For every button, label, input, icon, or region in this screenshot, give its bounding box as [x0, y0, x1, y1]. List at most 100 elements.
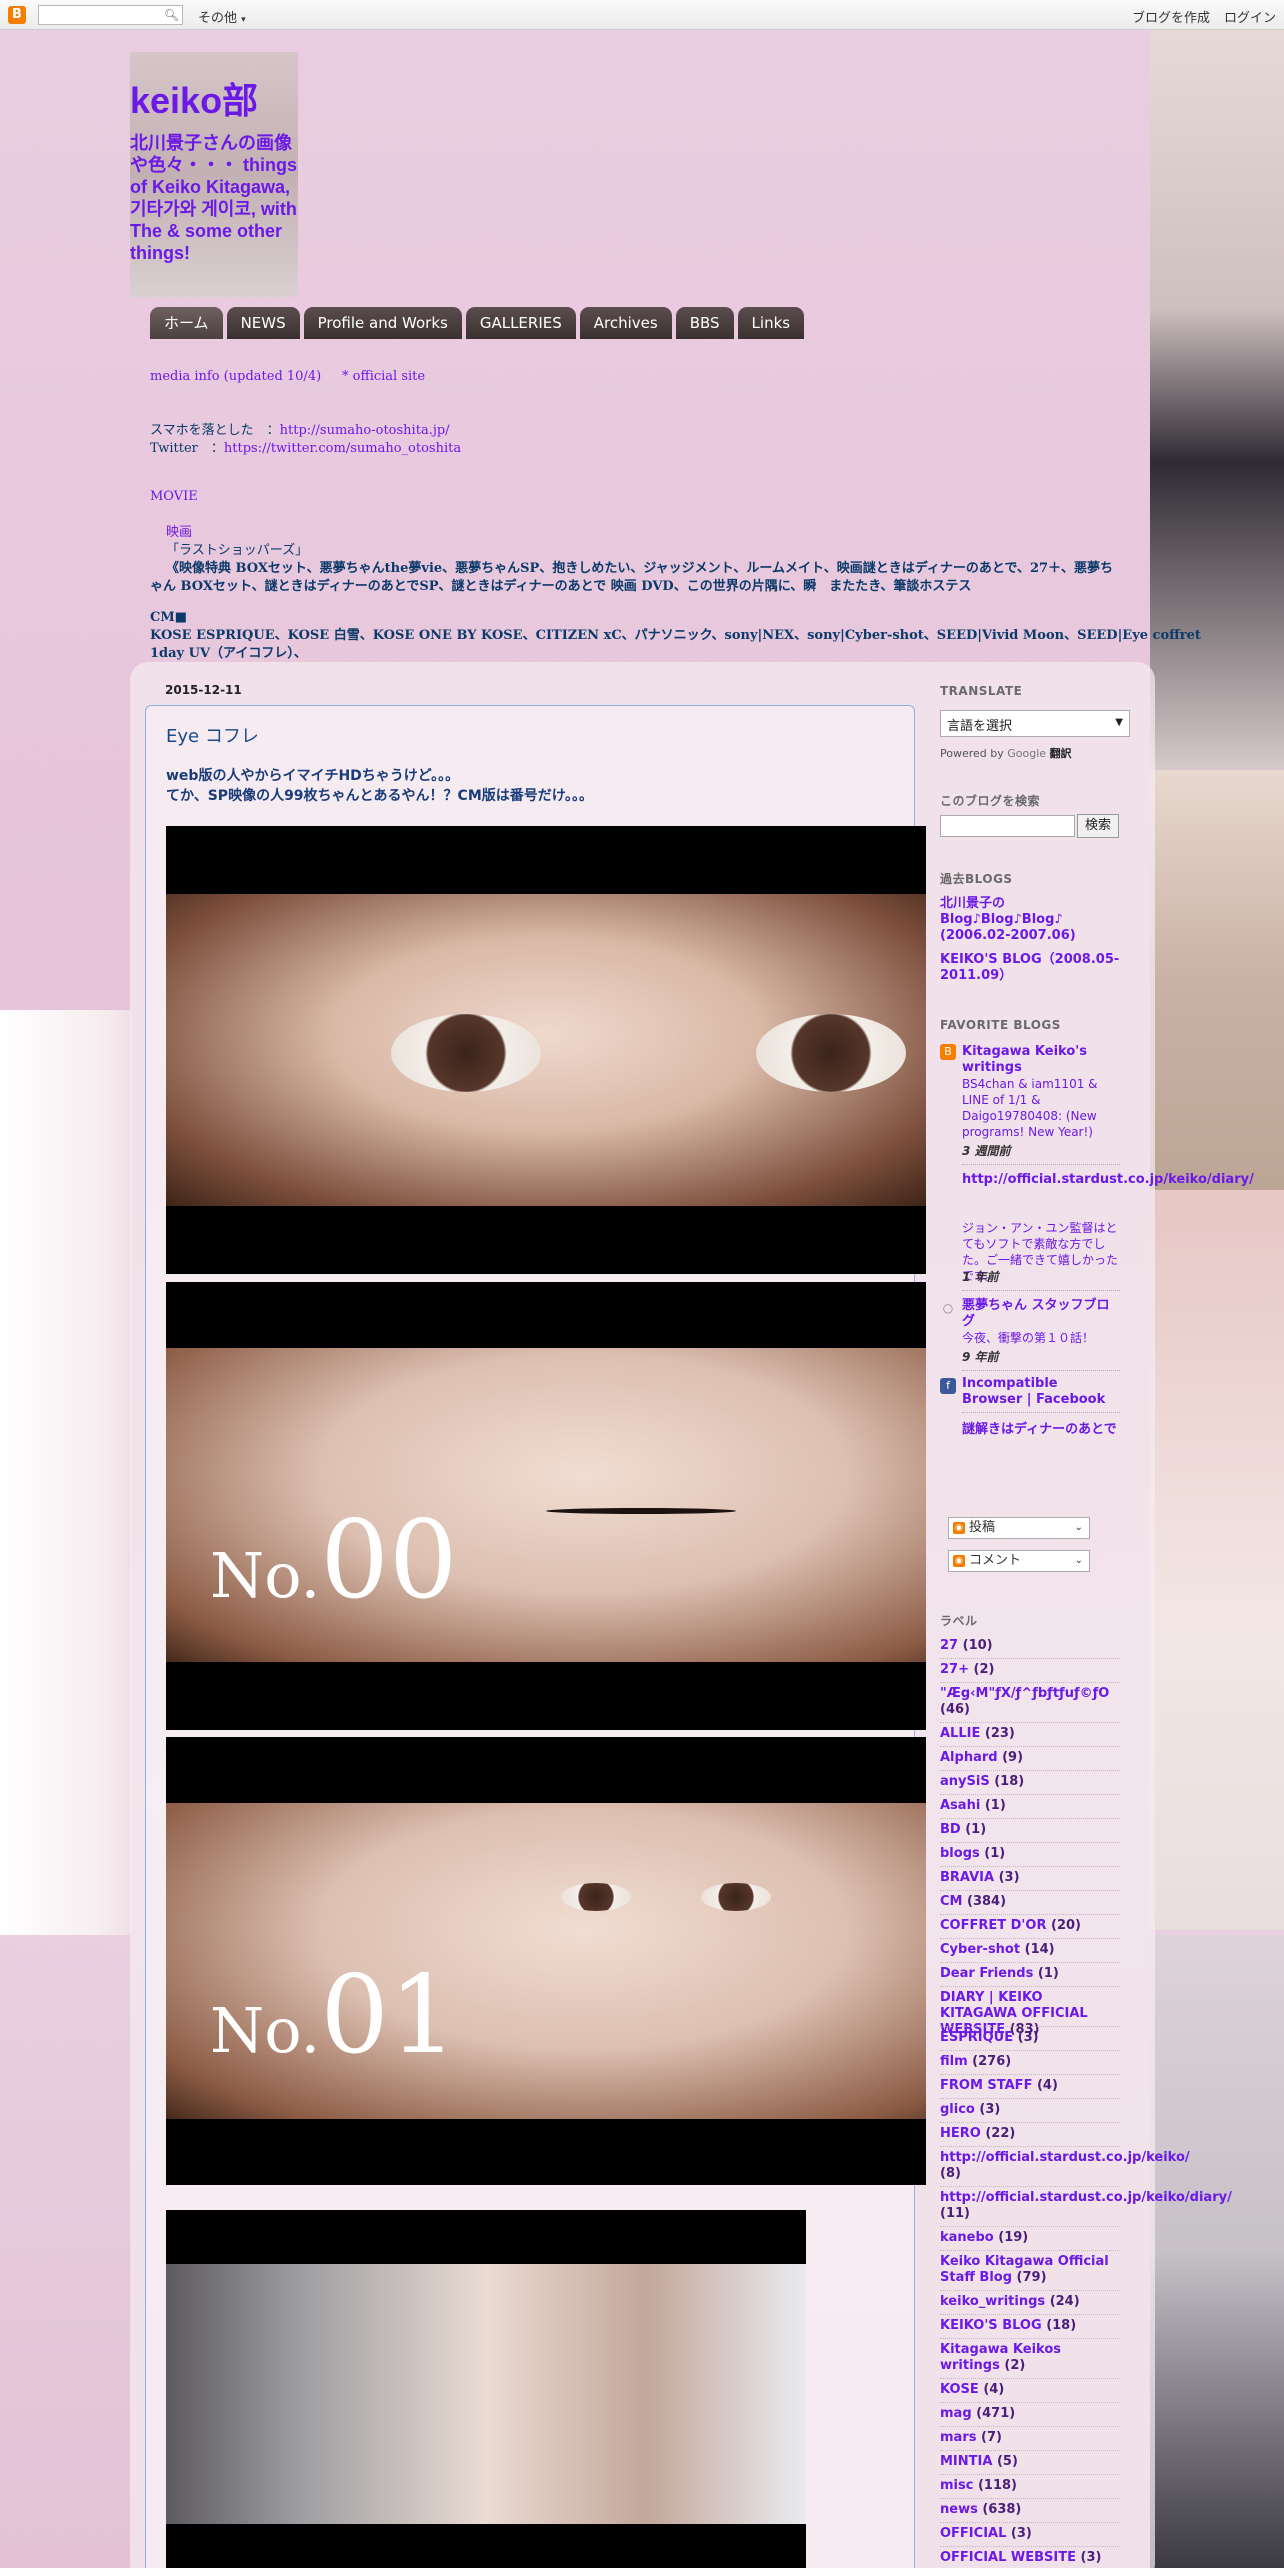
label-link[interactable]: http://official.stardust.co.jp/keiko/dia… — [940, 2190, 1232, 2205]
label-item[interactable]: ALLIE (23) — [940, 1726, 1120, 1742]
blogger-logo-icon[interactable]: B — [8, 6, 26, 24]
label-link[interactable]: MINTIA — [940, 2454, 992, 2469]
label-link[interactable]: Alphard — [940, 1750, 998, 1765]
fav-blog-title-2[interactable]: http://official.stardust.co.jp/keiko/dia… — [962, 1172, 1254, 1188]
translate-link[interactable]: 翻訳 — [1050, 747, 1072, 760]
label-link[interactable]: ESPRIQUE — [940, 2030, 1013, 2045]
label-item[interactable]: glico (3) — [940, 2102, 1120, 2118]
label-link[interactable]: Asahi — [940, 1798, 980, 1813]
label-item[interactable]: COFFRET D'OR (20) — [940, 1918, 1120, 1934]
label-item[interactable]: news (638) — [940, 2502, 1120, 2518]
past-blog-link-1[interactable]: 北川景子の Blog♪Blog♪Blog♪ (2006.02-2007.06) — [940, 896, 1120, 944]
label-link[interactable]: kanebo — [940, 2230, 994, 2245]
label-item[interactable]: blogs (1) — [940, 1846, 1120, 1862]
tab-home[interactable]: ホーム — [150, 307, 223, 339]
post-image-4[interactable] — [166, 2210, 806, 2568]
label-link[interactable]: CM — [940, 1894, 962, 1909]
info-film-heading[interactable]: 映画 — [166, 525, 192, 540]
tab-bbs[interactable]: BBS — [675, 307, 734, 339]
label-link[interactable]: anySiS — [940, 1774, 990, 1789]
blog-search-input[interactable] — [940, 815, 1075, 837]
label-item[interactable]: "Æg‹M"ƒX/ƒ^ƒbƒtƒuƒ©ƒO (46) — [940, 1686, 1120, 1718]
label-item[interactable]: film (276) — [940, 2054, 1120, 2070]
language-select[interactable]: 言語を選択 ▼ — [940, 710, 1130, 737]
label-link[interactable]: HERO — [940, 2126, 981, 2141]
post-image-3[interactable]: No.01 — [166, 1737, 926, 2185]
login-link[interactable]: ログイン — [1224, 7, 1276, 26]
label-item[interactable]: OFFICIAL (3) — [940, 2526, 1120, 2542]
label-link[interactable]: keiko_writings — [940, 2294, 1045, 2309]
label-link[interactable]: mars — [940, 2430, 976, 2445]
fav-blog-title-5[interactable]: 謎解きはディナーのあとで — [962, 1422, 1120, 1438]
sumaho-site-link[interactable]: http://sumaho-otoshita.jp/ — [280, 423, 450, 438]
label-item[interactable]: OFFICIAL WEBSITE (3) — [940, 2550, 1120, 2566]
label-link[interactable]: mag — [940, 2406, 972, 2421]
label-link[interactable]: Kitagawa Keikos writings — [940, 2342, 1061, 2373]
fav-blog-title-4[interactable]: Incompatible Browser | Facebook — [962, 1376, 1120, 1408]
google-logo[interactable]: Google — [1007, 747, 1046, 760]
comments-feed-dropdown[interactable]: ◉ コメント ⌄ — [948, 1550, 1090, 1572]
label-link[interactable]: OFFICIAL — [940, 2526, 1006, 2541]
blog-title[interactable]: keiko部 — [130, 72, 258, 124]
official-site-link[interactable]: * official site — [342, 369, 425, 384]
navbar-search-input[interactable]: 🔍︎ — [38, 5, 183, 25]
info-movie-heading[interactable]: MOVIE — [150, 489, 198, 504]
post-image-2[interactable]: No.00 — [166, 1282, 926, 1730]
post-title[interactable]: Eye コフレ — [166, 722, 259, 748]
label-item[interactable]: MINTIA (5) — [940, 2454, 1120, 2470]
label-item[interactable]: mag (471) — [940, 2406, 1120, 2422]
tab-archives[interactable]: Archives — [579, 307, 672, 339]
label-item[interactable]: misc (118) — [940, 2478, 1120, 2494]
label-item[interactable]: 27 (10) — [940, 1638, 1120, 1654]
label-link[interactable]: COFFRET D'OR — [940, 1918, 1046, 1933]
label-link[interactable]: film — [940, 2054, 968, 2069]
label-link[interactable]: misc — [940, 2478, 973, 2493]
post-image-1[interactable] — [166, 826, 926, 1274]
tab-profile-and-works[interactable]: Profile and Works — [303, 307, 462, 339]
media-info-link[interactable]: media info (updated 10/4) — [150, 369, 321, 384]
label-link[interactable]: news — [940, 2502, 978, 2517]
label-link[interactable]: BD — [940, 1822, 961, 1837]
label-item[interactable]: BRAVIA (3) — [940, 1870, 1120, 1886]
fav-blog-title-3[interactable]: 悪夢ちゃん スタッフブログ — [962, 1298, 1120, 1330]
label-link[interactable]: Cyber-shot — [940, 1942, 1020, 1957]
label-item[interactable]: Cyber-shot (14) — [940, 1942, 1120, 1958]
label-item[interactable]: KOSE (4) — [940, 2382, 1120, 2398]
label-item[interactable]: http://official.stardust.co.jp/keiko/ (8… — [940, 2150, 1190, 2182]
tab-links[interactable]: Links — [737, 307, 805, 339]
magnifier-icon[interactable]: 🔍︎ — [164, 8, 179, 22]
label-item[interactable]: Alphard (9) — [940, 1750, 1120, 1766]
label-item[interactable]: http://official.stardust.co.jp/keiko/dia… — [940, 2190, 1232, 2222]
label-item[interactable]: 27+ (2) — [940, 1662, 1120, 1678]
label-item[interactable]: Keiko Kitagawa Official Staff Blog (79) — [940, 2254, 1120, 2286]
label-link[interactable]: Dear Friends — [940, 1966, 1033, 1981]
label-link[interactable]: KOSE — [940, 2382, 979, 2397]
past-blog-link-2[interactable]: KEIKO'S BLOG（2008.05-2011.09） — [940, 952, 1120, 984]
label-item[interactable]: kanebo (19) — [940, 2230, 1120, 2246]
label-item[interactable]: anySiS (18) — [940, 1774, 1120, 1790]
label-link[interactable]: 27+ — [940, 1662, 969, 1677]
label-item[interactable]: Asahi (1) — [940, 1798, 1120, 1814]
label-link[interactable]: KEIKO'S BLOG — [940, 2318, 1042, 2333]
label-item[interactable]: Kitagawa Keikos writings (2) — [940, 2342, 1120, 2374]
label-item[interactable]: ESPRIQUE (3) — [940, 2030, 1120, 2046]
tab-galleries[interactable]: GALLERIES — [465, 307, 576, 339]
label-item[interactable]: mars (7) — [940, 2430, 1120, 2446]
label-item[interactable]: CM (384) — [940, 1894, 1120, 1910]
label-item[interactable]: keiko_writings (24) — [940, 2294, 1120, 2310]
label-link[interactable]: OFFICIAL WEBSITE — [940, 2550, 1076, 2565]
posts-feed-dropdown[interactable]: ◉ 投稿 ⌄ — [948, 1517, 1090, 1539]
fav-blog-title-1[interactable]: Kitagawa Keiko's writings — [962, 1044, 1120, 1076]
label-item[interactable]: FROM STAFF (4) — [940, 2078, 1120, 2094]
create-blog-link[interactable]: ブログを作成 — [1132, 7, 1210, 26]
label-link[interactable]: BRAVIA — [940, 1870, 994, 1885]
label-link[interactable]: "Æg‹M"ƒX/ƒ^ƒbƒtƒuƒ©ƒO — [940, 1686, 1109, 1701]
tab-news[interactable]: NEWS — [226, 307, 300, 339]
twitter-link[interactable]: https://twitter.com/sumaho_otoshita — [224, 441, 461, 456]
label-item[interactable]: HERO (22) — [940, 2126, 1120, 2142]
label-link[interactable]: FROM STAFF — [940, 2078, 1032, 2093]
label-link[interactable]: http://official.stardust.co.jp/keiko/ — [940, 2150, 1190, 2165]
blog-search-button[interactable]: 検索 — [1077, 814, 1119, 838]
label-link[interactable]: glico — [940, 2102, 975, 2117]
label-link[interactable]: blogs — [940, 1846, 980, 1861]
